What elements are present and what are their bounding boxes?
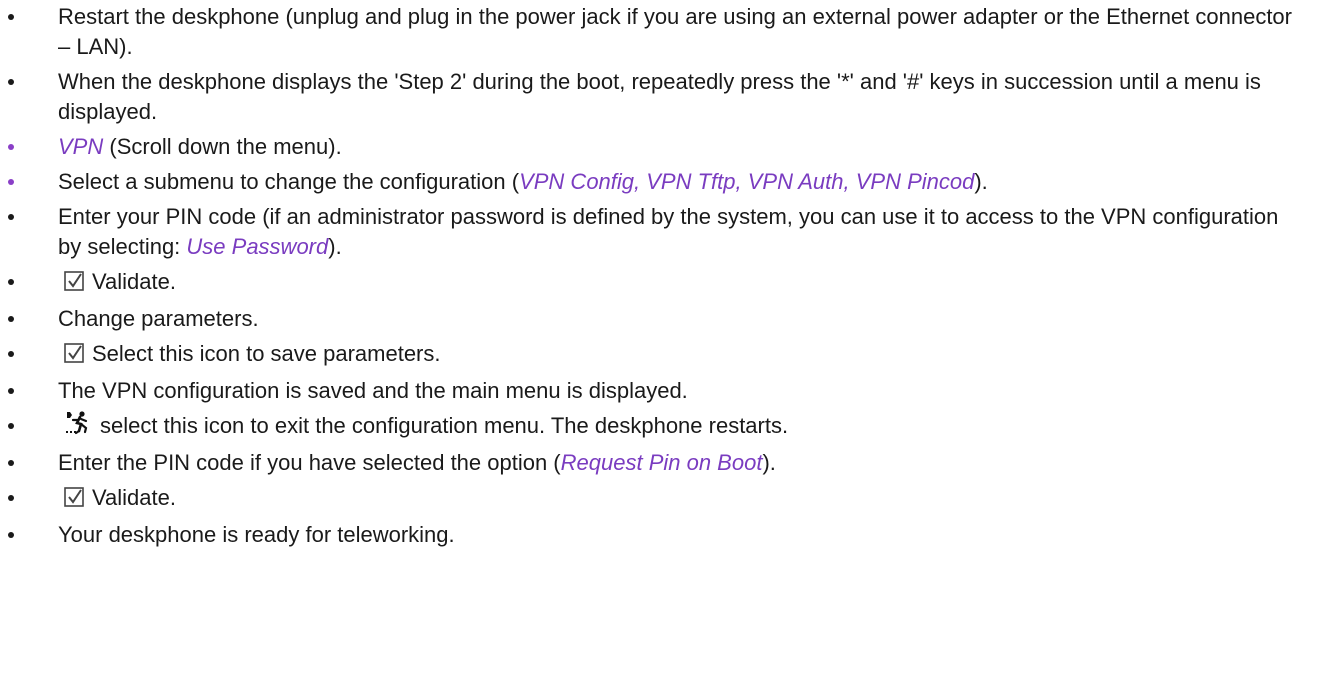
- checkbox-check-icon: [64, 485, 84, 515]
- bullet-icon: [8, 460, 14, 466]
- list-item: Change parameters.: [0, 304, 1322, 334]
- checkbox-check-icon: [64, 341, 84, 371]
- list-item: Your deskphone is ready for teleworking.: [0, 520, 1322, 550]
- list-item: Validate.: [0, 483, 1322, 515]
- step-text: ).: [328, 234, 342, 259]
- step-text: select this icon to exit the configurati…: [100, 413, 789, 438]
- step-text: When the deskphone displays the 'Step 2'…: [58, 69, 1261, 124]
- bullet-icon: [8, 179, 14, 185]
- bullet-icon: [8, 423, 14, 429]
- list-item: Restart the deskphone (unplug and plug i…: [0, 2, 1322, 62]
- menu-option-text: VPN Config, VPN Tftp, VPN Auth, VPN Pinc…: [519, 169, 975, 194]
- step-text: Validate.: [92, 269, 176, 294]
- list-item: Validate.: [0, 267, 1322, 299]
- list-item: Enter your PIN code (if an administrator…: [0, 202, 1322, 262]
- step-text: Restart the deskphone (unplug and plug i…: [58, 4, 1292, 59]
- checkbox-check-icon: [64, 269, 84, 299]
- menu-option-text: Request Pin on Boot: [560, 450, 763, 475]
- step-text: Change parameters.: [58, 306, 259, 331]
- menu-option-text: Use Password: [186, 234, 329, 259]
- step-text: Validate.: [92, 485, 176, 510]
- menu-option-text: VPN: [58, 134, 104, 159]
- bullet-icon: [8, 144, 14, 150]
- step-text: (Scroll down the menu).: [103, 134, 342, 159]
- step-text: The VPN configuration is saved and the m…: [58, 378, 688, 403]
- list-item: select this icon to exit the configurati…: [0, 411, 1322, 443]
- step-text: Your deskphone is ready for teleworking.: [58, 522, 455, 547]
- bullet-icon: [8, 351, 14, 357]
- bullet-icon: [8, 316, 14, 322]
- bullet-icon: [8, 79, 14, 85]
- list-item: Select this icon to save parameters.: [0, 339, 1322, 371]
- list-item: Select a submenu to change the configura…: [0, 167, 1322, 197]
- instruction-list: Restart the deskphone (unplug and plug i…: [0, 2, 1322, 555]
- bullet-icon: [8, 388, 14, 394]
- bullet-icon: [8, 214, 14, 220]
- bullet-icon: [8, 495, 14, 501]
- list-item: Enter the PIN code if you have selected …: [0, 448, 1322, 478]
- list-item: The VPN configuration is saved and the m…: [0, 376, 1322, 406]
- step-text: ).: [762, 450, 776, 475]
- list-item: VPN (Scroll down the menu).: [0, 132, 1322, 162]
- bullet-icon: [8, 279, 14, 285]
- bullet-icon: [8, 14, 14, 20]
- step-text: Enter the PIN code if you have selected …: [58, 450, 561, 475]
- step-text: Select this icon to save parameters.: [92, 341, 441, 366]
- step-text: Select a submenu to change the configura…: [58, 169, 520, 194]
- list-item: When the deskphone displays the 'Step 2'…: [0, 67, 1322, 127]
- step-text: ).: [974, 169, 988, 194]
- running-exit-icon: [64, 411, 92, 443]
- bullet-icon: [8, 532, 14, 538]
